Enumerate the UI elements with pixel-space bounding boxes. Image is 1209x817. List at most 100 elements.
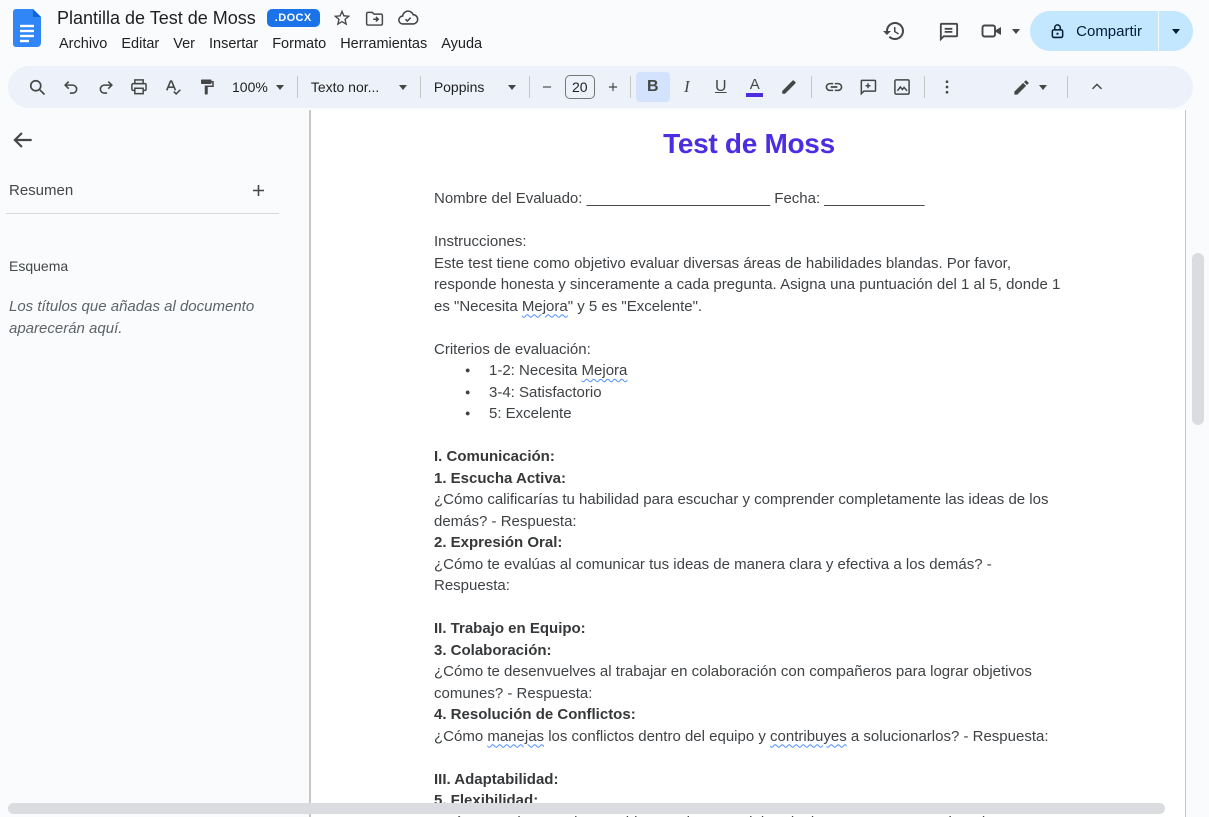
doc-paragraph[interactable]: Este test tiene como objetivo evaluar di… xyxy=(434,253,1064,318)
doc-paragraph[interactable]: III. Adaptabilidad: xyxy=(434,769,1064,791)
star-icon[interactable] xyxy=(331,7,353,29)
share-button-group: Compartir xyxy=(1030,11,1193,51)
italic-button[interactable]: I xyxy=(670,72,704,102)
summary-label: Resumen xyxy=(9,182,73,199)
top-bar: Plantilla de Test de Moss .DOCX Archivo … xyxy=(0,0,1209,62)
highlight-color-icon[interactable] xyxy=(772,72,806,102)
doc-paragraph[interactable]: I. Comunicación: xyxy=(434,446,1064,468)
horizontal-scrollbar-thumb[interactable] xyxy=(8,803,1165,814)
doc-paragraph[interactable] xyxy=(434,317,1064,339)
doc-paragraph[interactable] xyxy=(434,747,1064,769)
search-menus-icon[interactable] xyxy=(20,72,54,102)
toolbar-divider xyxy=(420,76,421,98)
redo-icon[interactable] xyxy=(88,72,122,102)
menu-herramientas[interactable]: Herramientas xyxy=(333,33,434,55)
doc-paragraph[interactable]: II. Trabajo en Equipo: xyxy=(434,618,1064,640)
more-options-icon[interactable] xyxy=(930,72,964,102)
paragraph-styles-select[interactable]: Texto nor... xyxy=(303,72,415,102)
move-to-folder-icon[interactable] xyxy=(364,7,386,29)
add-comment-icon[interactable] xyxy=(851,72,885,102)
font-size-input[interactable] xyxy=(565,75,595,99)
doc-paragraph[interactable]: 2. Expresión Oral: xyxy=(434,532,1064,554)
zoom-select[interactable]: 100% xyxy=(224,72,292,102)
bold-button[interactable]: B xyxy=(636,72,670,102)
doc-heading-title[interactable]: Test de Moss xyxy=(434,126,1064,162)
share-button[interactable]: Compartir xyxy=(1030,11,1158,51)
doc-paragraph[interactable]: ¿Cómo te evalúas al comunicar tus ideas … xyxy=(434,554,1064,597)
document-title[interactable]: Plantilla de Test de Moss xyxy=(57,8,256,29)
spellcheck-squiggle-word: contribuyes xyxy=(770,728,847,745)
text-color-button[interactable]: A xyxy=(738,72,772,102)
editing-mode-select[interactable] xyxy=(1004,72,1055,102)
doc-paragraphs[interactable]: Nombre del Evaluado: ___________________… xyxy=(434,188,1064,817)
doc-paragraph[interactable]: 1. Escucha Activa: xyxy=(434,468,1064,490)
decrease-font-size-button[interactable] xyxy=(535,72,559,102)
add-summary-icon[interactable] xyxy=(246,178,270,202)
font-select[interactable]: Poppins xyxy=(426,72,524,102)
styles-caret-icon xyxy=(399,85,407,90)
doc-paragraph[interactable] xyxy=(434,597,1064,619)
share-label: Compartir xyxy=(1076,23,1142,40)
share-separator xyxy=(1158,11,1159,51)
insert-image-icon[interactable] xyxy=(885,72,919,102)
doc-paragraph[interactable]: ¿Cómo te desenvuelves al trabajar en col… xyxy=(434,661,1064,704)
doc-paragraph[interactable]: ¿Cómo manejas los conflictos dentro del … xyxy=(434,726,1064,748)
back-arrow-icon[interactable] xyxy=(10,127,36,153)
doc-paragraph[interactable]: ¿Cómo calificarías tu habilidad para esc… xyxy=(434,489,1064,532)
document-page[interactable]: Test de Moss Nombre del Evaluado: ______… xyxy=(310,110,1186,817)
mode-caret-icon xyxy=(1039,85,1047,90)
cloud-saved-icon[interactable] xyxy=(397,7,419,29)
doc-paragraph[interactable]: 5: Excelente xyxy=(434,403,1064,425)
doc-paragraph[interactable]: 3. Colaboración: xyxy=(434,640,1064,662)
toolbar-divider xyxy=(630,76,631,98)
toolbar-divider xyxy=(529,76,530,98)
text-color-swatch xyxy=(746,93,763,97)
document-editing-surface[interactable]: Test de Moss Nombre del Evaluado: ______… xyxy=(311,110,1064,817)
docx-badge: .DOCX xyxy=(267,9,320,27)
vertical-scrollbar-thumb[interactable] xyxy=(1192,253,1204,425)
doc-paragraph[interactable]: Instrucciones: xyxy=(434,231,1064,253)
doc-paragraph[interactable]: 1-2: Necesita Mejora xyxy=(434,360,1064,382)
spellcheck-squiggle-word: Mejora xyxy=(582,362,628,379)
sidebar-divider xyxy=(6,213,279,214)
doc-paragraph[interactable]: 3-4: Satisfactorio xyxy=(434,382,1064,404)
menu-formato[interactable]: Formato xyxy=(265,33,333,55)
share-options-caret[interactable] xyxy=(1159,11,1193,51)
zoom-caret-icon xyxy=(276,85,284,90)
doc-paragraph[interactable] xyxy=(434,425,1064,447)
spellcheck-squiggle-word: Mejora xyxy=(522,298,568,315)
doc-paragraph[interactable]: Nombre del Evaluado: ___________________… xyxy=(434,188,1064,210)
toolbar: 100% Texto nor... Poppins B I U A xyxy=(8,66,1193,108)
print-icon[interactable] xyxy=(122,72,156,102)
underline-button[interactable]: U xyxy=(704,72,738,102)
spellcheck-squiggle-word: manejas xyxy=(487,728,544,745)
vertical-scrollbar-track[interactable] xyxy=(1186,110,1209,817)
spelling-check-icon[interactable] xyxy=(156,72,190,102)
toolbar-divider xyxy=(811,76,812,98)
menu-ver[interactable]: Ver xyxy=(166,33,202,55)
doc-paragraph[interactable]: Criterios de evaluación: xyxy=(434,339,1064,361)
paint-format-icon[interactable] xyxy=(190,72,224,102)
font-caret-icon xyxy=(508,85,516,90)
toolbar-divider xyxy=(297,76,298,98)
increase-font-size-button[interactable] xyxy=(601,72,625,102)
undo-icon[interactable] xyxy=(54,72,88,102)
menu-editar[interactable]: Editar xyxy=(114,33,166,55)
version-history-icon[interactable] xyxy=(872,9,916,53)
menu-bar: Archivo Editar Ver Insertar Formato Herr… xyxy=(52,33,489,55)
insert-link-icon[interactable] xyxy=(817,72,851,102)
google-docs-logo-icon[interactable] xyxy=(13,9,41,47)
comments-icon[interactable] xyxy=(926,9,970,53)
menu-ayuda[interactable]: Ayuda xyxy=(434,33,489,55)
outline-label: Esquema xyxy=(9,258,68,274)
pencil-icon xyxy=(1012,78,1031,97)
collapse-toolbar-icon[interactable] xyxy=(1080,72,1114,102)
toolbar-divider xyxy=(1067,76,1068,98)
meet-call-button[interactable] xyxy=(980,19,1020,43)
menu-insertar[interactable]: Insertar xyxy=(202,33,265,55)
doc-paragraph[interactable]: 4. Resolución de Conflictos: xyxy=(434,704,1064,726)
meet-caret-icon[interactable] xyxy=(1012,29,1020,34)
doc-paragraph[interactable] xyxy=(434,210,1064,232)
toolbar-divider xyxy=(924,76,925,98)
menu-archivo[interactable]: Archivo xyxy=(52,33,114,55)
